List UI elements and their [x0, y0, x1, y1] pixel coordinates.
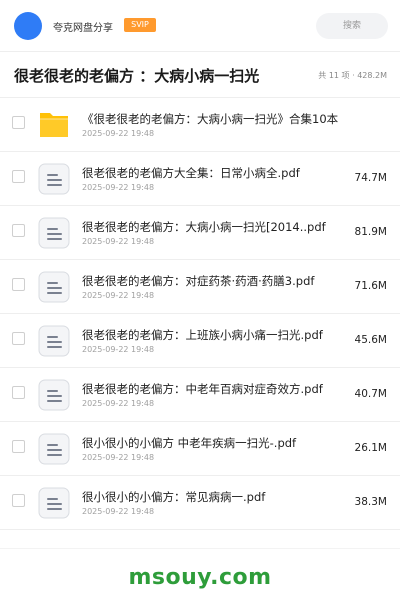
file-size: 45.6M — [354, 334, 387, 346]
file-name: 很老很老的老偏方：大病小病一扫光[2014..pdf — [82, 220, 326, 234]
avatar[interactable] — [14, 12, 42, 40]
file-date: 2025-09-22 19:48 — [82, 129, 155, 138]
file-size: 74.7M — [354, 172, 387, 184]
file-name: 很小很小的小偏方：常见病病一.pdf — [82, 490, 266, 504]
watermark: msouy.com — [128, 565, 272, 590]
file-name: 很老很老的老偏方：中老年百病对症奇效方.pdf — [82, 382, 323, 396]
file-date: 2025-09-22 19:48 — [82, 507, 155, 516]
item-count-summary: 共 11 项 · 428.2M — [318, 71, 387, 80]
file-date: 2025-09-22 19:48 — [82, 345, 155, 354]
page-header: 很老很老的老偏方 ：大病小病一扫光 共 11 项 · 428.2M — [0, 52, 400, 98]
file-date: 2025-09-22 19:48 — [82, 453, 155, 462]
folder-icon — [40, 113, 68, 137]
list-item[interactable]: 很老很老的老偏方：大病小病一扫光[2014..pdf 2025-09-22 19… — [0, 206, 400, 260]
file-name: 很老很老的老偏方：对症药茶·药酒·药膳3.pdf — [82, 274, 315, 288]
file-name: 很小很小的小偏方 中老年疾病一扫光-.pdf — [82, 436, 297, 450]
select-checkbox[interactable] — [12, 224, 25, 237]
file-size: 81.9M — [354, 226, 387, 238]
page-title: 很老很老的老偏方 ：大病小病一扫光 — [14, 67, 260, 85]
list-item[interactable]: 很老很老的老偏方：对症药茶·药酒·药膳3.pdf 2025-09-22 19:4… — [0, 260, 400, 314]
document-icon — [38, 163, 70, 195]
file-date: 2025-09-22 19:48 — [82, 183, 155, 192]
sharer-name: 夸克网盘分享 — [53, 23, 113, 34]
svip-badge: SVIP — [124, 18, 156, 32]
select-checkbox[interactable] — [12, 386, 25, 399]
select-checkbox[interactable] — [12, 116, 25, 129]
file-name: 很老很老的老偏方大全集：日常小病全.pdf — [82, 166, 300, 180]
list-item[interactable]: 很老很老的老偏方：中老年百病对症奇效方.pdf 2025-09-22 19:48… — [0, 368, 400, 422]
search-input[interactable]: 搜索 — [316, 13, 388, 39]
list-item[interactable]: 很老很老的老偏方：上班族小病小痛一扫光.pdf 2025-09-22 19:48… — [0, 314, 400, 368]
list-item[interactable]: 很小很小的小偏方：常见病病一.pdf 2025-09-22 19:48 38.3… — [0, 476, 400, 530]
list-item[interactable]: 很老很老的老偏方大全集：日常小病全.pdf 2025-09-22 19:48 7… — [0, 152, 400, 206]
file-date: 2025-09-22 19:48 — [82, 399, 155, 408]
file-size: 38.3M — [354, 496, 387, 508]
file-list: 《很老很老的老偏方：大病小病一扫光》合集10本 2025-09-22 19:48… — [0, 98, 400, 530]
select-checkbox[interactable] — [12, 170, 25, 183]
file-date: 2025-09-22 19:48 — [82, 237, 155, 246]
list-item[interactable]: 《很老很老的老偏方：大病小病一扫光》合集10本 2025-09-22 19:48 — [0, 98, 400, 152]
select-checkbox[interactable] — [12, 332, 25, 345]
file-name: 很老很老的老偏方：上班族小病小痛一扫光.pdf — [82, 328, 323, 342]
document-icon — [38, 271, 70, 303]
file-size: 71.6M — [354, 280, 387, 292]
select-checkbox[interactable] — [12, 278, 25, 291]
select-checkbox[interactable] — [12, 494, 25, 507]
select-checkbox[interactable] — [12, 440, 25, 453]
file-size: 26.1M — [354, 442, 387, 454]
file-name: 《很老很老的老偏方：大病小病一扫光》合集10本 — [82, 112, 339, 126]
document-icon — [38, 487, 70, 519]
file-size: 40.7M — [354, 388, 387, 400]
list-item[interactable]: 很小很小的小偏方 中老年疾病一扫光-.pdf 2025-09-22 19:48 … — [0, 422, 400, 476]
document-icon — [38, 217, 70, 249]
top-bar: 夸克网盘分享 SVIP 搜索 — [0, 0, 400, 52]
file-date: 2025-09-22 19:48 — [82, 291, 155, 300]
document-icon — [38, 379, 70, 411]
document-icon — [38, 325, 70, 357]
document-icon — [38, 433, 70, 465]
